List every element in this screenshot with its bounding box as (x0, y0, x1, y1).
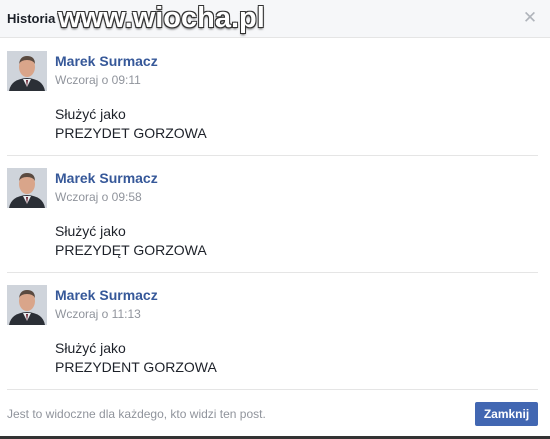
divider (7, 389, 538, 390)
post-text-line: PREZYDĘT GORZOWA (55, 242, 207, 258)
author-name[interactable]: Marek Surmacz (55, 170, 158, 186)
post-text-line: Służyć jako (55, 340, 126, 356)
avatar[interactable] (7, 51, 47, 91)
post-text: Służyć jako PREZYDĘT GORZOWA (55, 222, 207, 260)
post-text: Służyć jako PREZYDENT GORZOWA (55, 339, 217, 377)
author-name[interactable]: Marek Surmacz (55, 287, 158, 303)
edit-history-dialog: Historia zmian www.wiocha.pl ✕ Marek Sur… (0, 0, 550, 439)
watermark: www.wiocha.pl (58, 2, 265, 34)
timestamp[interactable]: Wczoraj o 11:13 (55, 307, 141, 321)
post-text-line: Służyć jako (55, 106, 126, 122)
post-text: Służyć jako PREZYDET GORZOWA (55, 105, 207, 143)
author-name[interactable]: Marek Surmacz (55, 53, 158, 69)
history-entry: Marek Surmacz Wczoraj o 09:11 Służyć jak… (0, 39, 550, 156)
post-text-line: PREZYDENT GORZOWA (55, 359, 217, 375)
timestamp[interactable]: Wczoraj o 09:11 (55, 73, 141, 87)
post-text-line: PREZYDET GORZOWA (55, 125, 207, 141)
history-entry: Marek Surmacz Wczoraj o 09:58 Służyć jak… (0, 156, 550, 273)
dialog-header: Historia zmian www.wiocha.pl ✕ (0, 0, 550, 38)
post-text-line: Służyć jako (55, 223, 126, 239)
close-button[interactable]: Zamknij (475, 402, 538, 426)
history-entry: Marek Surmacz Wczoraj o 11:13 Służyć jak… (0, 273, 550, 390)
avatar[interactable] (7, 168, 47, 208)
avatar[interactable] (7, 285, 47, 325)
close-icon[interactable]: ✕ (522, 8, 538, 28)
timestamp[interactable]: Wczoraj o 09:58 (55, 190, 142, 204)
visibility-note: Jest to widoczne dla każdego, kto widzi … (7, 407, 266, 421)
